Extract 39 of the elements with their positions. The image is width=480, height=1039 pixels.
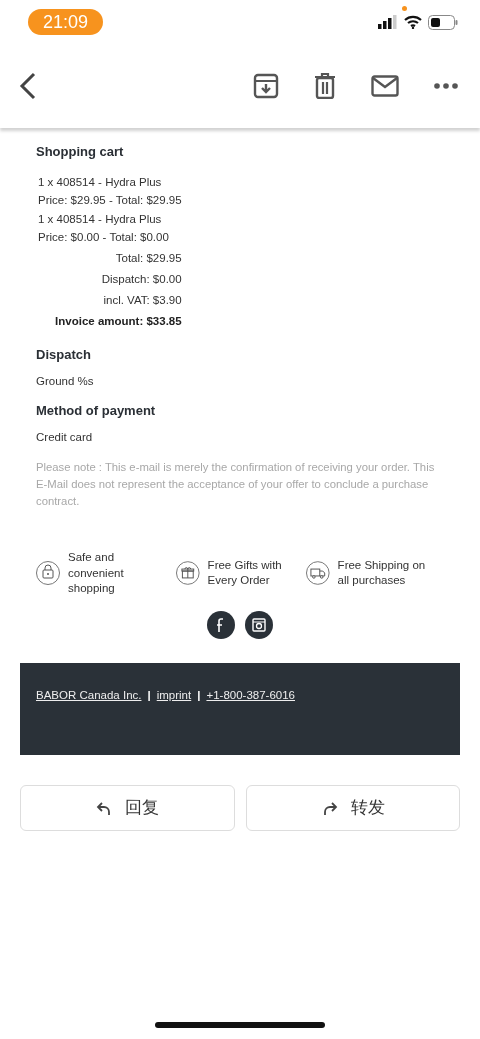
wifi-icon (404, 15, 422, 29)
separator: | (197, 688, 201, 701)
signal-icon (378, 15, 398, 29)
section-value: Ground %s (36, 375, 95, 387)
trash-icon[interactable] (314, 73, 336, 99)
item-name: 1 x 408514 - Hydra Plus (38, 212, 163, 227)
reply-button[interactable]: 回复 (20, 784, 235, 831)
lock-icon (36, 561, 60, 586)
section-heading: Method of payment (36, 403, 157, 418)
battery-icon (428, 14, 458, 30)
more-icon[interactable] (434, 83, 458, 89)
section-value: Credit card (36, 431, 94, 443)
truck-icon (306, 561, 330, 586)
separator: | (147, 688, 151, 701)
item-name: 1 x 408514 - Hydra Plus (38, 175, 163, 190)
item-price: Price: $0.00 - Total: $0.00 (38, 230, 170, 245)
facebook-icon[interactable] (207, 610, 235, 639)
archive-icon[interactable] (253, 73, 279, 99)
forward-button[interactable]: 转发 (245, 784, 460, 831)
total-line: Total: $29.95 (115, 251, 182, 266)
feature-text: Safe and convenient shopping (68, 550, 125, 596)
total-line: incl. VAT: $3.90 (103, 293, 182, 308)
back-icon[interactable] (18, 72, 38, 100)
footer-link[interactable]: +1-800-387-6016 (206, 688, 295, 701)
mail-icon[interactable] (371, 75, 399, 97)
invoice-amount: Invoice amount: $33.85 (55, 314, 182, 329)
instagram-icon[interactable] (245, 610, 273, 639)
feature-text: Free Gifts with Every Order (207, 557, 283, 589)
total-line: Dispatch: $0.00 (101, 272, 182, 287)
section-heading: Dispatch (36, 347, 92, 362)
recording-dot (402, 5, 407, 11)
disclaimer-text: Please note : This e-mail is merely the confirmation of receiving your order. This E-Mail does not represent the acceptance of your offer to conclude a purchase contract. (36, 460, 436, 509)
time: 21:09 (28, 9, 104, 35)
section-heading: Shopping cart (36, 144, 125, 159)
footer-link[interactable]: imprint (156, 688, 192, 701)
item-price: Price: $29.95 - Total: $29.95 (38, 193, 182, 208)
feature-text: Free Shipping on all purchases (337, 557, 427, 589)
footer-link[interactable]: BABOR Canada Inc. (36, 688, 142, 701)
gift-icon (176, 561, 200, 586)
